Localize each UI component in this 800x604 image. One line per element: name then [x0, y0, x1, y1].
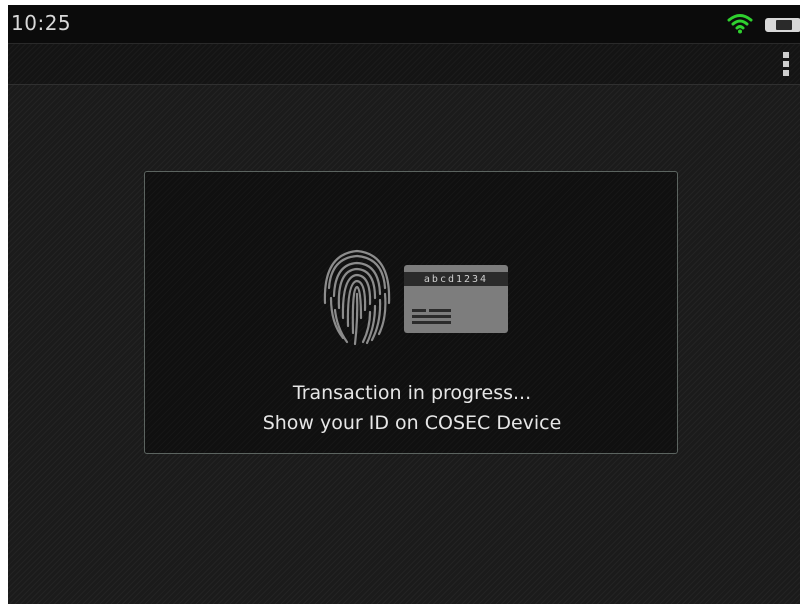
device-screen: 10:25 abcd1234 Transaction in progress..…	[8, 5, 800, 604]
more-vertical-icon[interactable]	[772, 44, 800, 84]
transaction-status-text: Transaction in progress...	[292, 382, 532, 404]
status-time: 10:25	[11, 11, 72, 35]
battery-icon	[765, 18, 800, 32]
transaction-dialog: abcd1234 Transaction in progress... Show…	[144, 171, 678, 454]
wifi-icon	[727, 14, 753, 34]
toolbar	[8, 44, 800, 85]
status-bar: 10:25	[8, 5, 800, 44]
fingerprint-icon	[323, 249, 391, 346]
card-number-label: abcd1234	[423, 274, 489, 285]
instruction-text: Show your ID on COSEC Device	[262, 412, 562, 434]
